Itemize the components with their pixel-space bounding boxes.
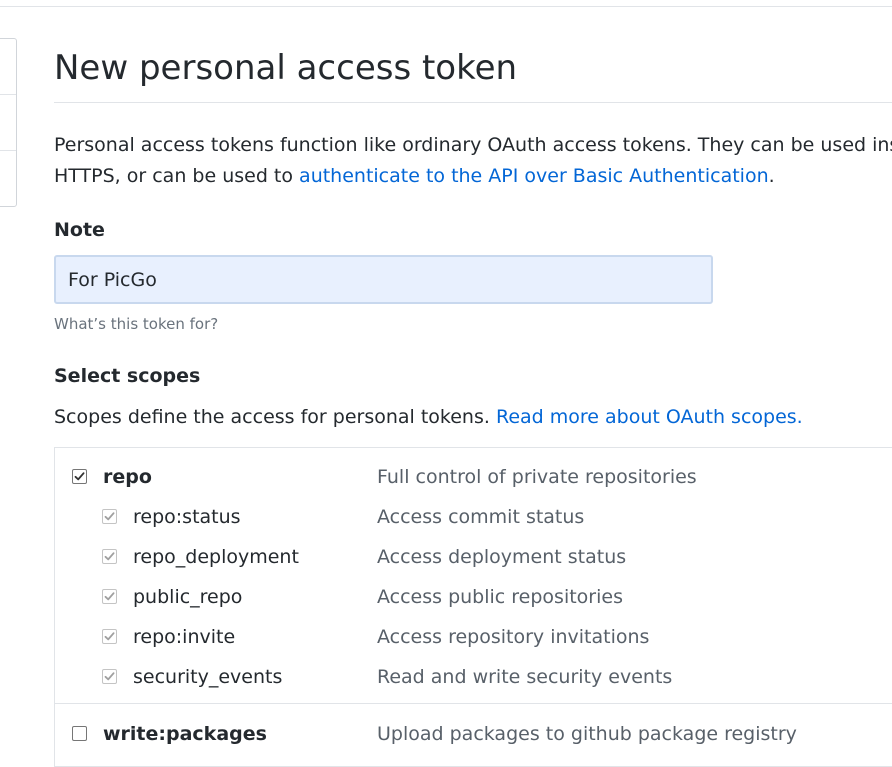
checkmark-icon (104, 632, 115, 641)
basic-auth-link[interactable]: authenticate to the API over Basic Authe… (299, 165, 769, 187)
sidebar-item[interactable] (0, 151, 16, 207)
intro-line-1: Personal access tokens function like ord… (54, 134, 892, 156)
scope-group-divider (55, 703, 892, 704)
scope-row-public-repo: public_repo Access public repositories (55, 582, 892, 612)
scope-description: Upload packages to github package regist… (377, 723, 797, 745)
intro-line-2-prefix: HTTPS, or can be used to (54, 165, 300, 187)
select-scopes-heading: Select scopes (54, 365, 201, 387)
title-divider (54, 102, 892, 103)
scope-description: Access public repositories (377, 586, 623, 608)
scope-description: Full control of private repositories (377, 466, 697, 488)
page-title: New personal access token (54, 48, 518, 88)
scope-description: Read and write security events (377, 666, 673, 688)
sidebar-item[interactable] (0, 95, 16, 151)
scope-row-security-events: security_events Read and write security e… (55, 662, 892, 692)
scope-row-repo-deployment: repo_deployment Access deployment status (55, 542, 892, 572)
note-hint: What’s this token for? (54, 315, 219, 333)
checkmark-icon (104, 512, 115, 521)
scope-row-repo: repo Full control of private repositories (55, 462, 892, 492)
scope-checkbox (102, 549, 117, 564)
scope-name: repo:status (133, 506, 241, 528)
scope-name: security_events (133, 666, 283, 688)
checkmark-icon (74, 472, 85, 481)
scope-checkbox[interactable] (72, 469, 87, 484)
scope-description: Access deployment status (377, 546, 627, 568)
scopes-description-text: Scopes define the access for personal to… (54, 406, 496, 428)
intro-line-2-suffix: . (768, 165, 775, 187)
oauth-scopes-link[interactable]: Read more about OAuth scopes. (496, 406, 803, 428)
checkmark-icon (104, 592, 115, 601)
checkmark-icon (104, 672, 115, 681)
scope-name: repo:invite (133, 626, 236, 648)
scope-row-write-packages: write:packages Upload packages to github … (55, 719, 892, 749)
scope-name: public_repo (133, 586, 243, 608)
checkmark-icon (104, 552, 115, 561)
scope-name: repo (103, 466, 152, 488)
scope-description: Access commit status (377, 506, 585, 528)
intro-text: Personal access tokens function like ord… (54, 130, 892, 192)
scope-name: repo_deployment (133, 546, 299, 568)
scope-checkbox[interactable] (72, 726, 87, 741)
top-border (0, 6, 892, 7)
scope-row-repo-status: repo:status Access commit status (55, 502, 892, 532)
scope-checkbox (102, 589, 117, 604)
settings-sidebar (0, 38, 17, 207)
scope-checkbox (102, 669, 117, 684)
scope-row-repo-invite: repo:invite Access repository invitations (55, 622, 892, 652)
sidebar-item[interactable] (0, 39, 16, 95)
scope-checkbox (102, 509, 117, 524)
scope-description: Access repository invitations (377, 626, 650, 648)
note-label: Note (54, 219, 105, 241)
scope-list: repo Full control of private repositories… (54, 447, 892, 767)
scopes-description: Scopes define the access for personal to… (54, 402, 803, 432)
note-input[interactable] (54, 255, 713, 304)
scope-name: write:packages (103, 723, 267, 745)
scope-checkbox (102, 629, 117, 644)
